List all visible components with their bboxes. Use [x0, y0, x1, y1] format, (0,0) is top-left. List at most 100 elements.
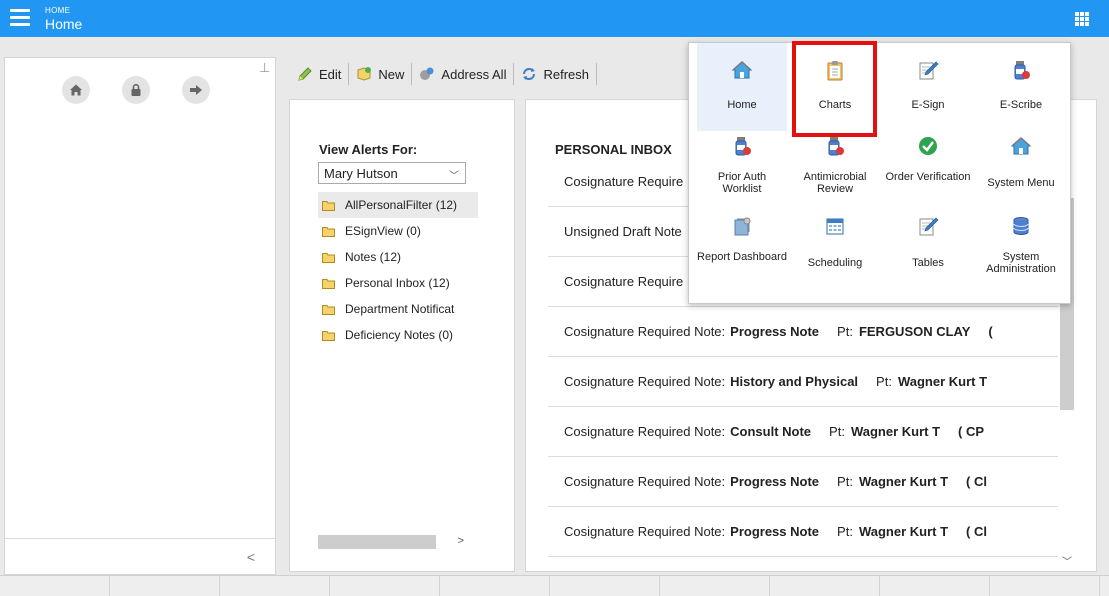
- chevron-down-icon: ﹀: [449, 171, 459, 182]
- alert-type: Cosignature Require: [564, 174, 684, 189]
- folder-item[interactable]: Notes (12): [318, 244, 478, 270]
- patient-label: Pt:: [837, 324, 853, 339]
- breadcrumb-section: HOME: [45, 6, 71, 15]
- pill-bottle-icon: [1010, 59, 1032, 81]
- patient-name: Wagner Kurt T: [858, 524, 949, 539]
- pen-paper-icon: [917, 215, 939, 237]
- left-panel: ⊥ <: [4, 57, 276, 575]
- page-title: Home: [45, 16, 83, 32]
- folder-icon: [322, 200, 335, 211]
- new-label: New: [378, 66, 405, 82]
- scrollbar-thumb[interactable]: [318, 535, 436, 549]
- new-item-icon: [357, 67, 372, 81]
- status-cell: [110, 576, 220, 596]
- patient-label: Pt:: [837, 524, 853, 539]
- patient-name: Wagner Kurt T: [850, 424, 941, 439]
- folder-label: Deficiency Notes (0): [345, 328, 454, 342]
- launcher-tile-scheduling[interactable]: Scheduling: [790, 215, 880, 285]
- report-icon: [731, 215, 753, 237]
- launcher-tile-report-dashboard[interactable]: Report Dashboard: [697, 215, 787, 285]
- database-icon: [1010, 215, 1032, 237]
- top-app-bar: HOME Home: [0, 0, 1109, 37]
- patient-label: Pt:: [829, 424, 845, 439]
- status-bar: [0, 575, 1109, 596]
- inbox-row[interactable]: Cosignature Required Note: Progress Note P…: [548, 507, 1058, 557]
- note-type: Progress Note: [730, 524, 820, 539]
- folder-label: AllPersonalFilter (12): [345, 198, 458, 212]
- launcher-tile-label: E-Sign: [911, 99, 945, 111]
- launcher-tile-label: Order Verification: [885, 171, 971, 183]
- edit-label: Edit: [319, 66, 342, 82]
- home-icon: [70, 84, 82, 96]
- collapse-panel-icon[interactable]: <: [247, 549, 255, 565]
- alert-type: Cosignature Required Note:: [564, 324, 726, 339]
- folder-icon: [322, 252, 335, 263]
- folder-item[interactable]: AllPersonalFilter (12): [318, 192, 478, 218]
- alert-type: Cosignature Required Note:: [564, 524, 726, 539]
- home-icon: [1010, 135, 1032, 157]
- patient-label: Pt:: [837, 474, 853, 489]
- folder-item[interactable]: Deficiency Notes (0): [318, 322, 478, 348]
- launcher-tile-e-scribe[interactable]: E-Scribe: [976, 43, 1066, 131]
- status-cell: [660, 576, 770, 596]
- inbox-row[interactable]: Cosignature Required Note: Consult Note Pt…: [548, 407, 1058, 457]
- status-cell: [990, 576, 1100, 596]
- inbox-row[interactable]: Cosignature Required Note: History and Ph…: [548, 357, 1058, 407]
- new-button[interactable]: New: [349, 63, 413, 85]
- nav-lock-button[interactable]: [122, 76, 150, 104]
- pin-icon[interactable]: ⊥: [259, 60, 270, 76]
- alerts-panel: View Alerts For: Mary Hutson ﹀ AllPerson…: [289, 99, 515, 572]
- launcher-tile-order-verification[interactable]: Order Verification: [883, 135, 973, 205]
- alert-type: Unsigned Draft Note: [564, 224, 682, 239]
- alerts-title: View Alerts For:: [319, 142, 418, 157]
- launcher-tile-system-menu[interactable]: System Menu: [976, 135, 1066, 205]
- hamburger-menu-icon[interactable]: [10, 9, 30, 27]
- pencil-icon: [298, 67, 312, 81]
- note-type: History and Physical: [730, 374, 859, 389]
- launcher-tile-antimicrobial-review[interactable]: Antimicrobial Review: [790, 135, 880, 205]
- refresh-label: Refresh: [543, 66, 589, 82]
- launcher-tile-prior-auth-worklist[interactable]: Prior Auth Worklist: [697, 135, 787, 205]
- folder-item[interactable]: Department Notificat: [318, 296, 478, 322]
- launcher-tile-tables[interactable]: Tables: [883, 215, 973, 285]
- folder-item[interactable]: ESignView (0): [318, 218, 478, 244]
- status-cell: [440, 576, 550, 596]
- inbox-row[interactable]: Cosignature Required Note: Progress Note P…: [548, 457, 1058, 507]
- launcher-tile-label: Report Dashboard: [697, 251, 787, 263]
- status-cell: [770, 576, 880, 596]
- pen-paper-icon: [917, 59, 939, 81]
- alert-user-select[interactable]: Mary Hutson ﹀: [318, 162, 466, 184]
- scroll-down-icon[interactable]: ﹀: [1062, 553, 1072, 568]
- horizontal-scrollbar[interactable]: >: [318, 535, 466, 549]
- inbox-title: PERSONAL INBOX: [555, 142, 672, 157]
- address-all-icon: [420, 67, 434, 80]
- folder-icon: [322, 304, 335, 315]
- launcher-tile-label: Home: [727, 99, 757, 111]
- folder-icon: [322, 330, 335, 341]
- row-extra: (: [988, 324, 993, 339]
- launcher-tile-system-administration[interactable]: System Administration: [976, 215, 1066, 285]
- folder-label: ESignView (0): [345, 224, 421, 238]
- row-extra: ( CP: [958, 424, 985, 439]
- folder-label: Department Notificat: [345, 302, 455, 316]
- launcher-tile-label: E-Scribe: [999, 99, 1043, 111]
- nav-home-button[interactable]: [62, 76, 90, 104]
- address-all-button[interactable]: Address All: [412, 63, 515, 85]
- refresh-button[interactable]: Refresh: [514, 63, 597, 85]
- patient-name: FERGUSON CLAY: [858, 324, 971, 339]
- status-cell: [550, 576, 660, 596]
- nav-sign-out-button[interactable]: [182, 76, 210, 104]
- edit-button[interactable]: Edit: [290, 63, 350, 85]
- app-launcher-grid-icon[interactable]: [1075, 12, 1089, 26]
- folder-item[interactable]: Personal Inbox (12): [318, 270, 478, 296]
- launcher-tile-home[interactable]: Home: [697, 43, 787, 131]
- launcher-tile-label: System Menu: [987, 177, 1055, 189]
- scroll-right-icon[interactable]: >: [458, 535, 464, 547]
- alert-type: Cosignature Required Note:: [564, 374, 726, 389]
- check-icon: [917, 135, 939, 157]
- inbox-row[interactable]: Cosignature Required Note: Progress Note P…: [548, 307, 1058, 357]
- toolbar: Edit New Address All Refresh: [290, 63, 597, 85]
- launcher-tile-label: Tables: [912, 257, 944, 269]
- sign-out-icon: [190, 85, 202, 95]
- launcher-tile-e-sign[interactable]: E-Sign: [883, 43, 973, 131]
